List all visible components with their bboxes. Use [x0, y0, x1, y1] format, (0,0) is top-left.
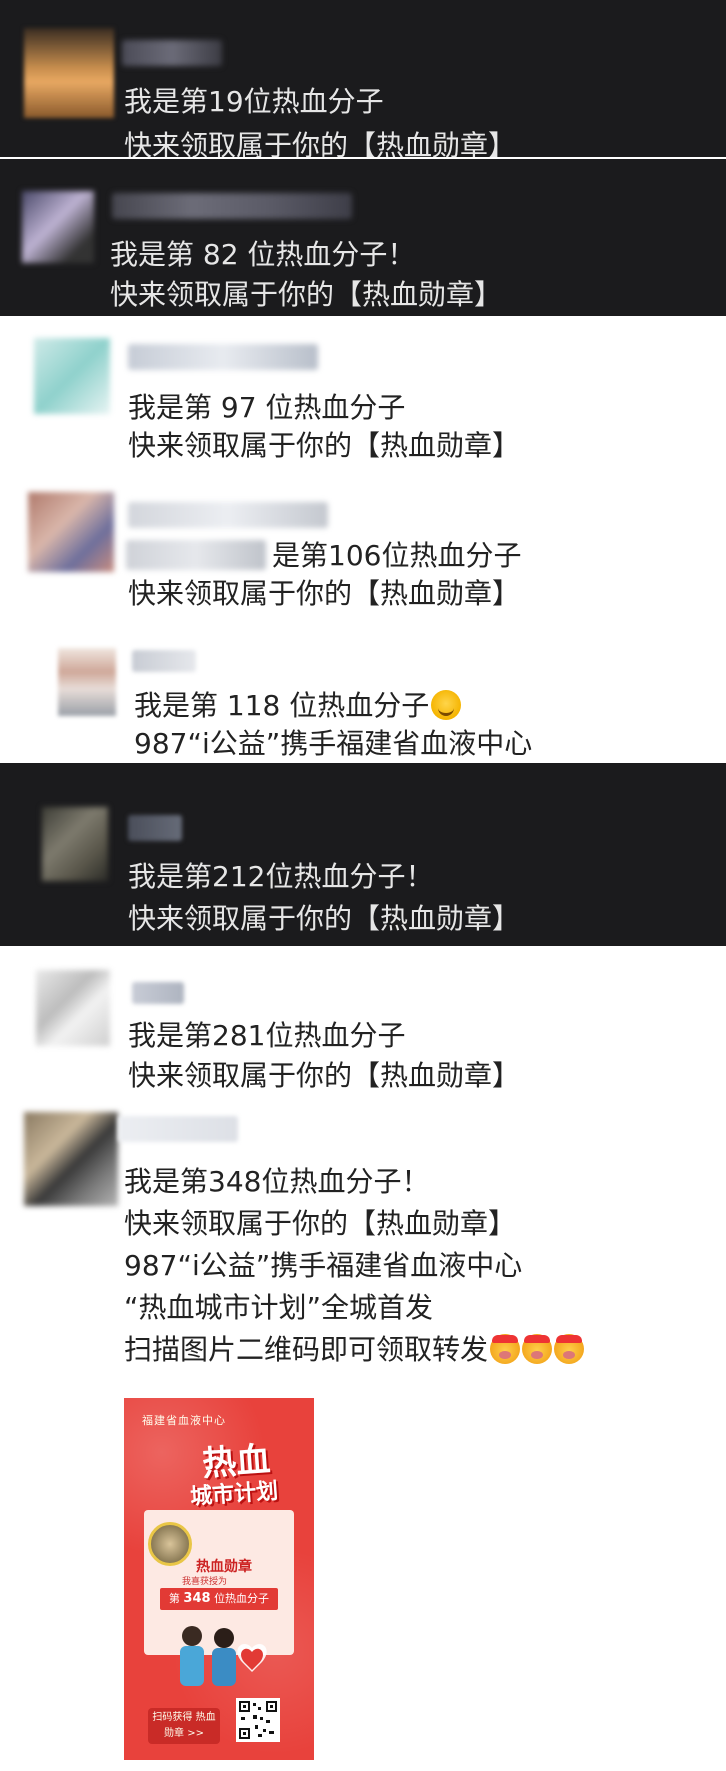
username-blurred[interactable]: [128, 502, 328, 528]
username-blurred[interactable]: [128, 815, 182, 841]
avatar[interactable]: [22, 191, 94, 263]
qr-code-icon[interactable]: [236, 1698, 280, 1742]
username-blurred[interactable]: [112, 193, 352, 219]
qr-pattern: [239, 1701, 277, 1739]
username-blurred[interactable]: [118, 1116, 238, 1142]
avatar[interactable]: [58, 648, 116, 716]
post-text-line-1: 我是第281位热血分子: [128, 1019, 406, 1052]
post-text-line-2: 快来领取属于你的【热血勋章】: [128, 429, 521, 462]
medal-icon: [148, 1522, 192, 1566]
post-1: 我是第19位热血分子 快来领取属于你的【热血勋章】: [0, 0, 726, 157]
post-text-line-1: 我是第 118 位热血分子: [134, 688, 462, 724]
poster-pre-text: 我喜获授为: [182, 1577, 228, 1587]
avatar[interactable]: [24, 1112, 118, 1206]
post-text-line-1: 我是第 82 位热血分子！: [110, 238, 416, 271]
post-text-line-1: 我是第212位热血分子！: [128, 860, 434, 893]
post-text-line-1: 我是第19位热血分子: [124, 85, 384, 118]
post-text-line-1: 我是第348位热血分子！: [124, 1165, 430, 1198]
username-blurred[interactable]: [122, 40, 222, 66]
post-4: 是第106位热血分子 快来领取属于你的【热血勋章】: [0, 476, 726, 626]
avatar[interactable]: [24, 28, 114, 118]
blurred-text: [126, 540, 266, 570]
poster-medal-label: 热血勋章: [196, 1559, 252, 1575]
post-3: 我是第 97 位热血分子 快来领取属于你的【热血勋章】: [0, 316, 726, 476]
rank-suffix: 位热血分子: [214, 1592, 270, 1605]
post-text-line-4: “热血城市计划”全城首发: [124, 1291, 434, 1324]
username-blurred[interactable]: [128, 344, 318, 370]
post-text-line-3: 987“i公益”携手福建省血液中心: [124, 1249, 523, 1282]
username-blurred[interactable]: [132, 650, 196, 672]
avatar[interactable]: [28, 492, 114, 572]
post-2: 我是第 82 位热血分子！ 快来领取属于你的【热血勋章】: [0, 159, 726, 316]
people-illustration-icon: [180, 1626, 267, 1686]
headband-emoji-icon: [490, 1334, 521, 1364]
post-8: 我是第348位热血分子！ 快来领取属于你的【热血勋章】 987“i公益”携手福建…: [0, 1104, 726, 1771]
post-text-line-2: 快来领取属于你的【热血勋章】: [128, 1059, 521, 1092]
username-blurred[interactable]: [132, 982, 184, 1004]
poster-image[interactable]: 福建省血液中心 热血 城市计划 热血勋章 我喜获授为 第 348 位热血分子 扫…: [124, 1398, 314, 1760]
post-text-line-2: 快来领取属于你的【热血勋章】: [128, 577, 521, 610]
poster-scan-button: 扫码获得 热血勋章 >>: [148, 1708, 220, 1744]
headband-emoji-icon: [554, 1334, 585, 1364]
poster-subtitle: 城市计划: [189, 1478, 279, 1511]
post-text: 我是第 118 位热血分子: [134, 689, 430, 722]
post-7: 我是第281位热血分子 快来领取属于你的【热血勋章】: [0, 946, 726, 1104]
rank-prefix: 第: [168, 1592, 180, 1605]
post-text-line-1: 我是第 97 位热血分子: [128, 391, 406, 424]
post-text: 扫描图片二维码即可领取转发: [124, 1333, 489, 1366]
post-text-line-2: 快来领取属于你的【热血勋章】: [128, 902, 521, 935]
post-text-line-1: 是第106位热血分子: [272, 539, 522, 572]
post-text-line-2: 快来领取属于你的【热血勋章】: [124, 1207, 517, 1240]
avatar[interactable]: [36, 970, 110, 1046]
post-6: 我是第212位热血分子！ 快来领取属于你的【热血勋章】: [0, 763, 726, 946]
post-5: 我是第 118 位热血分子 987“i公益”携手福建省血液中心: [0, 626, 726, 762]
headband-emoji-icon: [522, 1334, 553, 1364]
post-text-line-2: 快来领取属于你的【热血勋章】: [110, 278, 503, 311]
avatar[interactable]: [42, 807, 108, 881]
post-text-line-5: 扫描图片二维码即可领取转发: [124, 1332, 585, 1368]
avatar[interactable]: [34, 338, 110, 414]
rank-number: 348: [183, 1591, 211, 1606]
post-text-line-2: 987“i公益”携手福建省血液中心: [134, 727, 533, 760]
grinning-emoji-icon: [431, 690, 462, 720]
poster-header: 福建省血液中心: [142, 1414, 226, 1427]
post-text-line-2: 快来领取属于你的【热血勋章】: [124, 129, 517, 157]
poster-rank: 第 348 位热血分子: [160, 1588, 278, 1610]
